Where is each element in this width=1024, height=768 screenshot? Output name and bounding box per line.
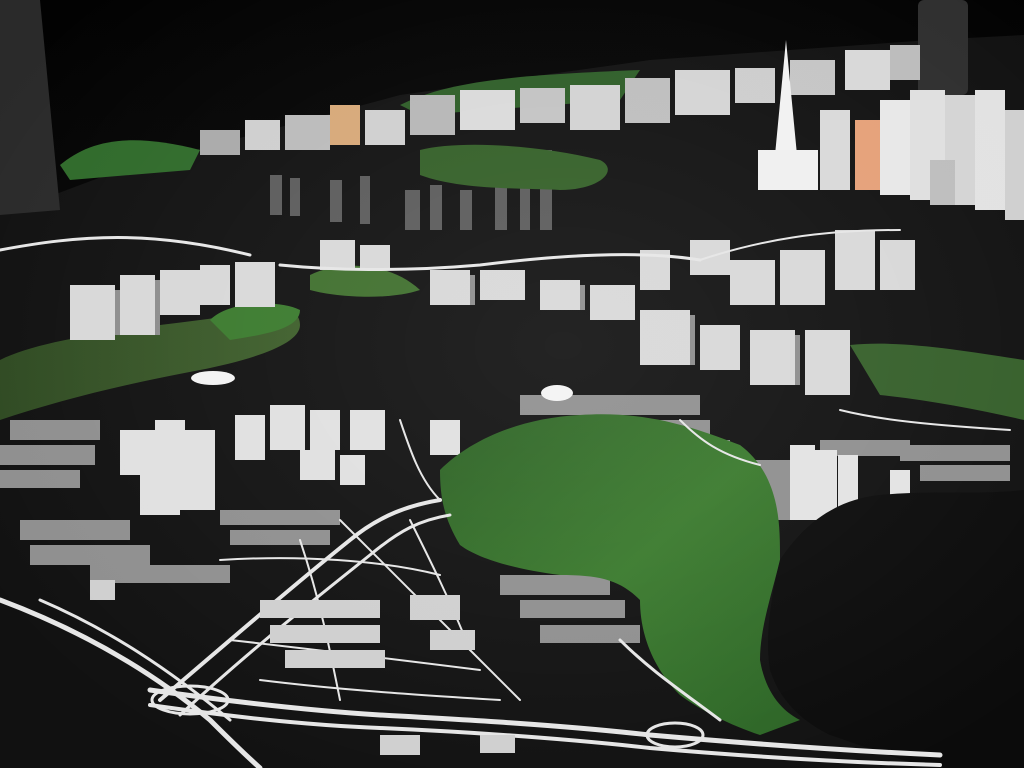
city-model-illustration bbox=[0, 0, 1024, 768]
city-model-photo bbox=[0, 0, 1024, 768]
lighting-overlay bbox=[0, 0, 1024, 768]
